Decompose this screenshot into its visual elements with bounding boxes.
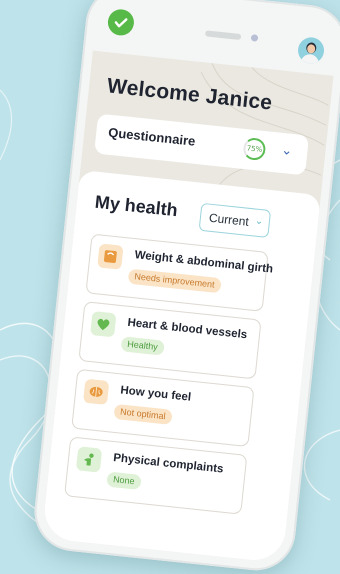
health-item-feel[interactable]: How you feel Not optimal — [71, 368, 255, 448]
period-select-value: Current — [208, 210, 250, 229]
brain-icon — [82, 378, 110, 406]
chevron-down-icon[interactable]: ⌄ — [281, 143, 293, 159]
questionnaire-label: Questionnaire — [107, 124, 197, 149]
status-badge: None — [106, 471, 142, 490]
status-badge: Not optimal — [113, 403, 173, 425]
status-badge: Needs improvement — [127, 268, 222, 294]
questionnaire-progress: 75% — [242, 136, 267, 162]
check-icon — [106, 8, 136, 37]
phone-screen: Welcome Janice Questionnaire 75% ⌄ My he… — [41, 0, 340, 564]
body-icon — [75, 446, 103, 473]
heart-icon — [90, 311, 117, 338]
speaker-grille — [204, 30, 242, 41]
health-item-complaints[interactable]: Physical complaints None — [64, 436, 248, 515]
status-badge: Healthy — [120, 336, 165, 356]
avatar-body — [300, 53, 320, 65]
scale-icon — [97, 243, 124, 270]
section-title: My health — [93, 191, 179, 221]
main-content: Welcome Janice Questionnaire 75% ⌄ My he… — [41, 50, 334, 564]
chevron-down-icon: ⌄ — [254, 215, 264, 228]
my-health-section: My health Current ⌄ Weight & abdominal g… — [41, 169, 321, 564]
period-select[interactable]: Current ⌄ — [198, 202, 272, 238]
health-item-heart[interactable]: Heart & blood vessels Healthy — [78, 301, 262, 380]
item-title: How you feel — [119, 384, 192, 404]
item-title: Physical complaints — [112, 452, 224, 476]
avatar[interactable] — [296, 36, 326, 65]
health-item-weight[interactable]: Weight & abdominal girth Needs improveme… — [85, 233, 274, 312]
item-title: Heart & blood vessels — [126, 316, 248, 342]
front-camera — [250, 34, 259, 42]
